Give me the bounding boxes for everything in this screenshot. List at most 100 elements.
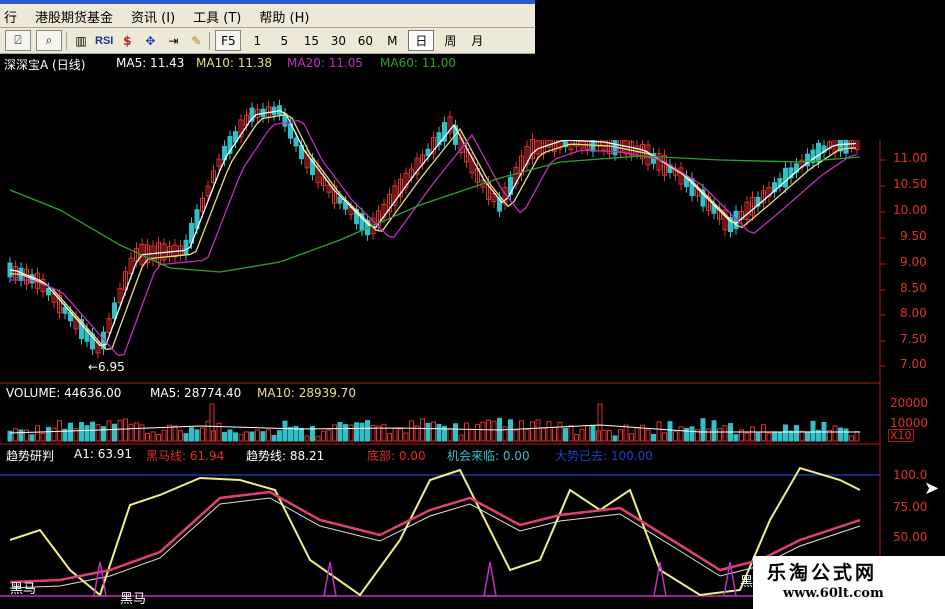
- volume-bar: [68, 422, 73, 442]
- volume-bar: [777, 431, 783, 442]
- period-15min-button[interactable]: 15: [300, 31, 322, 50]
- volume-bar: [139, 424, 145, 442]
- kline-icon[interactable]: ⍁: [5, 30, 31, 51]
- f5-button[interactable]: F5: [215, 30, 242, 51]
- bottom-marker: [323, 561, 337, 597]
- volume-bars-icon[interactable]: ▥: [72, 31, 90, 50]
- volume-bar: [233, 432, 238, 442]
- volume-bar: [689, 426, 695, 442]
- volume-bar: [35, 425, 40, 442]
- dollar-icon[interactable]: $: [118, 31, 136, 50]
- volume-bar: [761, 424, 766, 442]
- volume-bar: [348, 424, 354, 442]
- bottom-marker: [483, 561, 497, 597]
- volume-bar: [392, 427, 398, 442]
- volume-bar: [541, 427, 546, 442]
- volume-bar: [222, 431, 227, 442]
- volume-bar: [145, 433, 150, 442]
- occluding-patch: [535, 0, 945, 140]
- volume-bar: [134, 422, 139, 442]
- volume-bar: [403, 432, 409, 442]
- toolbar-divider: [66, 31, 67, 50]
- volume-bar: [13, 428, 18, 442]
- menu-item-help[interactable]: 帮助 (H): [255, 7, 323, 26]
- volume-bar: [711, 420, 717, 442]
- period-week-button[interactable]: 周: [439, 31, 461, 50]
- period-60min-button[interactable]: 60: [354, 31, 376, 50]
- volume-bar: [552, 426, 557, 442]
- price-tick: 8.50: [900, 281, 927, 295]
- volume-bar: [326, 429, 332, 442]
- menu-item-hk-futures-funds[interactable]: 港股期货基金: [31, 7, 127, 26]
- move-icon[interactable]: ✥: [141, 31, 159, 50]
- volume-bar: [255, 429, 260, 442]
- volume-bar: [849, 435, 854, 442]
- candle: [293, 137, 299, 147]
- period-month-button[interactable]: 月: [466, 31, 488, 50]
- volume-bar: [304, 435, 310, 442]
- volume-bar: [24, 429, 29, 442]
- volume-ma10-label: MA10: 28939.70: [257, 386, 356, 400]
- volume-bar: [722, 425, 728, 442]
- volume-bar: [568, 425, 574, 442]
- indicator-name-label: 趋势研判: [6, 449, 55, 463]
- volume-bar: [398, 428, 403, 442]
- ma5-label: MA5: 11.43: [116, 56, 185, 70]
- volume-bar: [46, 426, 51, 442]
- volume-bar: [172, 425, 178, 442]
- volume-bar: [332, 424, 337, 442]
- volume-bar: [805, 431, 810, 442]
- candle: [277, 105, 282, 115]
- period-30min-button[interactable]: 30: [327, 31, 349, 50]
- volume-tick: 20000: [890, 396, 929, 410]
- volume-bar: [491, 420, 497, 442]
- trend-line-label: 趋势线: 88.21: [246, 449, 325, 463]
- volume-bar: [673, 431, 678, 442]
- ma10-label: MA10: 11.38: [196, 56, 273, 70]
- low-price-marker: ←6.95: [88, 360, 125, 374]
- site-name: 乐淘公式网: [767, 562, 878, 584]
- volume-bar: [387, 433, 392, 442]
- volume-bar: [90, 421, 95, 442]
- volume-bar: [101, 426, 106, 442]
- volume-bar: [266, 429, 271, 442]
- rsi-button[interactable]: RSI: [95, 31, 113, 50]
- switch-icon[interactable]: ⇥: [164, 31, 182, 50]
- price-tick: 7.50: [900, 332, 927, 346]
- volume-bar: [84, 425, 90, 442]
- volume-bar: [535, 419, 541, 442]
- volume-bar: [271, 434, 277, 442]
- volume-bar: [249, 431, 255, 442]
- volume-bar: [469, 428, 475, 442]
- volume-bar: [337, 422, 343, 442]
- volume-bar: [359, 422, 365, 442]
- volume-bar: [343, 424, 348, 442]
- period-5min-button[interactable]: 5: [273, 31, 295, 50]
- period-day-button[interactable]: 日: [408, 30, 435, 51]
- price-tick: 9.00: [900, 255, 927, 269]
- menu-item-tools[interactable]: 工具 (T): [189, 7, 255, 26]
- menu-item-info[interactable]: 资讯 (I): [127, 7, 189, 26]
- volume-bar: [409, 420, 414, 442]
- zoom-icon[interactable]: ⌕: [36, 30, 62, 51]
- volume-bar: [282, 420, 288, 442]
- price-tick: 9.50: [900, 229, 927, 243]
- a1-label: A1: 63.91: [74, 447, 133, 461]
- volume-bar: [766, 432, 772, 442]
- volume-bar: [618, 429, 623, 442]
- volume-bar: [18, 429, 24, 442]
- pencil-icon[interactable]: ✎: [187, 31, 205, 50]
- volume-bar: [205, 420, 211, 442]
- heima-signal-text: 黑马: [120, 592, 147, 607]
- volume-bar: [486, 419, 491, 442]
- period-multi-button[interactable]: M: [381, 31, 403, 50]
- occluding-patch: [280, 262, 675, 356]
- volume-bar: [321, 430, 326, 442]
- extra-label: 大势已去: 100.00: [555, 449, 653, 463]
- period-1min-button[interactable]: 1: [246, 31, 268, 50]
- volume-bar: [161, 429, 167, 442]
- volume-bar: [667, 421, 673, 442]
- menu-item-trade[interactable]: 行: [0, 7, 31, 26]
- volume-bar: [79, 422, 84, 442]
- volume-bar: [425, 422, 431, 442]
